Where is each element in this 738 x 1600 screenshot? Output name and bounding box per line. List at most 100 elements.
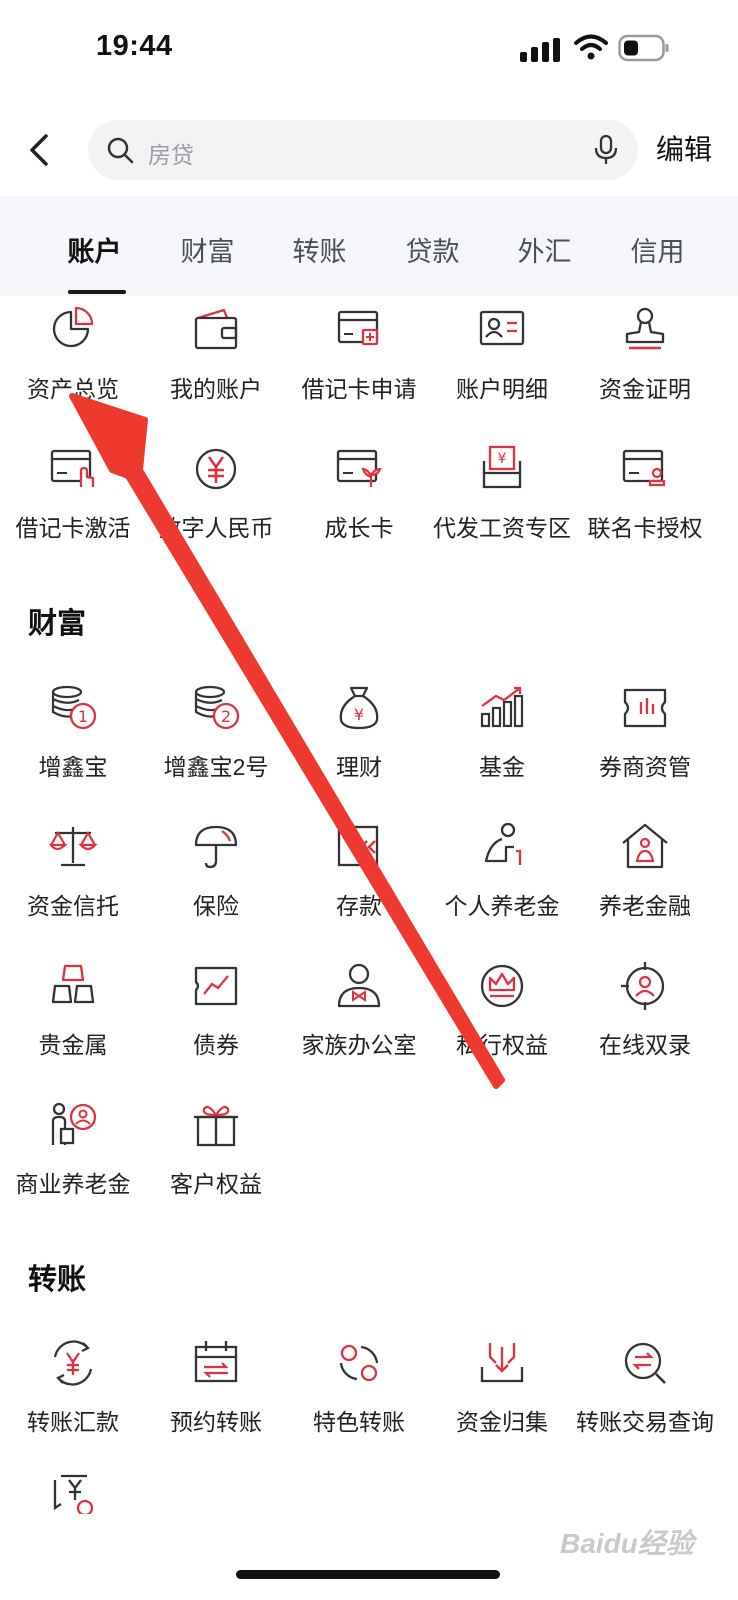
umbrella-icon <box>194 825 238 869</box>
wifi-icon <box>574 34 608 60</box>
money-bag-icon: ¥ <box>339 686 379 730</box>
menu-item-special-transfer[interactable]: 特色转账 <box>286 1337 432 1467</box>
menu-item-fund[interactable]: 基金 <box>429 682 575 812</box>
menu-item-label: 存款 <box>336 893 382 919</box>
menu-item-partial[interactable] <box>0 1474 146 1514</box>
edit-button[interactable]: 编辑 <box>656 128 712 168</box>
circles-exchange-icon <box>339 1344 379 1382</box>
target-person-icon <box>621 962 665 1010</box>
yuan-receipt-icon <box>53 1474 94 1514</box>
tab-loan[interactable]: 贷款 <box>375 230 490 269</box>
menu-item-co-brand-auth[interactable]: 联名卡授权 <box>572 443 718 573</box>
menu-item-label: 转账交易查询 <box>576 1409 714 1435</box>
pie-chart-icon <box>52 306 94 348</box>
svg-text:¥: ¥ <box>498 451 507 467</box>
menu-item-label: 养老金融 <box>599 893 691 919</box>
search-input[interactable]: 房贷 <box>88 120 638 180</box>
menu-item-label: 客户权益 <box>170 1171 262 1197</box>
menu-item-private-bank-rights[interactable]: 私行权益 <box>429 960 575 1090</box>
battery-icon <box>618 34 669 62</box>
menu-item-growth-card[interactable]: 成长卡 <box>286 443 432 573</box>
menu-item-customer-rights[interactable]: 客户权益 <box>143 1099 289 1229</box>
menu-item-broker-asset-mgmt[interactable]: 券商资管 <box>572 682 718 812</box>
business-person-icon <box>337 963 381 1008</box>
menu-item-deposit[interactable]: ¥ 存款 <box>286 821 432 951</box>
menu-item-online-recording[interactable]: 在线双录 <box>572 960 718 1090</box>
menu-item-label: 资金归集 <box>456 1409 548 1435</box>
deposit-box-icon: ¥ <box>337 825 379 867</box>
header-bar: 房贷 编辑 <box>0 118 738 182</box>
menu-item-debit-card-activate[interactable]: 借记卡激活 <box>0 443 146 573</box>
menu-item-transfer-query[interactable]: 转账交易查询 <box>572 1337 718 1467</box>
section-title-transfer: 转账 <box>28 1264 87 1296</box>
ticket-icon <box>623 688 667 728</box>
menu-item-label: 私行权益 <box>456 1032 548 1058</box>
tab-account[interactable]: 账户 <box>37 230 152 269</box>
coin-stack-icon: 2 <box>194 685 240 730</box>
category-tabs: 账户 财富 转账 贷款 外汇 信用 <box>0 196 738 296</box>
menu-item-asset-overview[interactable]: 资产总览 <box>0 304 146 434</box>
menu-item-payroll-zone[interactable]: ¥ 代发工资专区 <box>429 443 575 573</box>
watermark: Baidu经验 <box>560 1528 694 1559</box>
menu-item-fund-collection[interactable]: 资金归集 <box>429 1337 575 1467</box>
menu-item-label: 联名卡授权 <box>587 515 703 541</box>
menu-item-label: 账户明细 <box>456 376 548 402</box>
menu-item-label: 借记卡申请 <box>301 376 417 402</box>
scales-icon <box>48 827 98 867</box>
back-icon[interactable] <box>20 128 60 172</box>
menu-item-label: 数字人民币 <box>158 515 274 541</box>
menu-item-zengxinbao-2[interactable]: 2 增鑫宝2号 <box>143 682 289 812</box>
menu-item-label: 家族办公室 <box>301 1032 417 1058</box>
calendar-transfer-icon <box>194 1341 238 1383</box>
collect-arrows-icon <box>480 1343 524 1383</box>
menu-item-bonds[interactable]: 债券 <box>143 960 289 1090</box>
menu-item-fund-trust[interactable]: 资金信托 <box>0 821 146 951</box>
active-tab-indicator <box>68 290 126 294</box>
menu-item-debit-card-apply[interactable]: 借记卡申请 <box>286 304 432 434</box>
menu-item-transfer-remit[interactable]: 转账汇款 <box>0 1337 146 1467</box>
menu-item-commercial-pension[interactable]: 商业养老金 <box>0 1099 146 1229</box>
svg-text:1: 1 <box>78 707 88 726</box>
menu-item-label: 代发工资专区 <box>433 515 571 541</box>
person-shield-icon <box>51 1102 97 1145</box>
tab-wealth[interactable]: 财富 <box>150 230 265 269</box>
payroll-envelope-icon: ¥ <box>482 445 522 489</box>
wallet-icon <box>194 308 238 350</box>
menu-item-pension-finance[interactable]: 养老金融 <box>572 821 718 951</box>
menu-item-label: 个人养老金 <box>444 893 560 919</box>
signal-icon <box>520 38 560 62</box>
menu-item-insurance[interactable]: 保险 <box>143 821 289 951</box>
card-tap-icon <box>50 449 95 487</box>
menu-item-label: 保险 <box>193 893 239 919</box>
menu-item-family-office[interactable]: 家族办公室 <box>286 960 432 1090</box>
menu-item-label: 资金证明 <box>599 376 691 402</box>
menu-item-wealth-management[interactable]: ¥ 理财 <box>286 682 432 812</box>
svg-text:¥: ¥ <box>349 838 359 857</box>
bar-growth-icon <box>480 686 524 728</box>
menu-item-zengxinbao[interactable]: 1 增鑫宝 <box>0 682 146 812</box>
tab-transfer[interactable]: 转账 <box>262 230 377 269</box>
menu-item-personal-pension[interactable]: 个人养老金 <box>429 821 575 951</box>
tab-forex[interactable]: 外汇 <box>487 230 602 269</box>
menu-item-label: 理财 <box>336 754 382 780</box>
menu-item-scheduled-transfer[interactable]: 预约转账 <box>143 1337 289 1467</box>
status-bar: 19:44 <box>0 0 738 100</box>
menu-item-digital-rmb[interactable]: 数字人民币 <box>143 443 289 573</box>
card-stamp-icon <box>622 449 666 487</box>
yuan-cycle-icon <box>53 1340 93 1386</box>
tab-credit[interactable]: 信用 <box>600 230 715 269</box>
menu-item-label: 特色转账 <box>313 1409 405 1435</box>
search-icon <box>107 137 134 164</box>
menu-item-label: 基金 <box>479 754 525 780</box>
microphone-icon[interactable] <box>592 134 620 166</box>
menu-item-my-account[interactable]: 我的账户 <box>143 304 289 434</box>
menu-item-account-details[interactable]: 账户明细 <box>429 304 575 434</box>
menu-item-label: 债券 <box>193 1032 239 1058</box>
gold-bars-icon <box>51 964 95 1004</box>
menu-item-precious-metals[interactable]: 贵金属 <box>0 960 146 1090</box>
menu-item-fund-certificate[interactable]: 资金证明 <box>572 304 718 434</box>
menu-item-label: 我的账户 <box>170 376 262 402</box>
section-title-wealth: 财富 <box>28 608 87 640</box>
menu-item-label: 预约转账 <box>170 1409 262 1435</box>
svg-text:2: 2 <box>221 707 231 726</box>
